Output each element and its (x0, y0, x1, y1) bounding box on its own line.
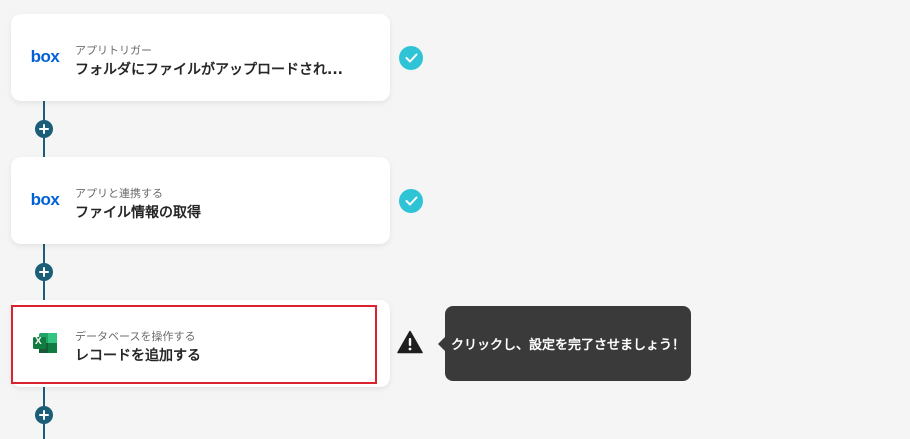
flow-step-card-database[interactable]: X データベースを操作する レコードを追加する (11, 300, 390, 387)
step-title: フォルダにファイルがアップロードされ... (75, 62, 343, 78)
flow-step-card-trigger[interactable]: box アプリトリガー フォルダにファイルがアップロードされ... (11, 14, 390, 101)
step-title: レコードを追加する (75, 348, 201, 364)
box-logo-icon: box (30, 190, 60, 209)
check-icon (399, 189, 423, 213)
excel-logo-icon: X (30, 332, 60, 354)
step-title: ファイル情報の取得 (75, 205, 201, 221)
step-subtitle: データベースを操作する (75, 330, 196, 343)
warning-icon (397, 330, 423, 354)
add-step-button[interactable] (35, 120, 53, 138)
plus-icon (39, 410, 49, 420)
add-step-button[interactable] (35, 406, 53, 424)
step-subtitle: アプリトリガー (75, 44, 152, 57)
tooltip-text: クリックし、設定を完了させましょう！ (450, 338, 685, 353)
box-logo-icon: box (30, 47, 60, 66)
plus-icon (39, 267, 49, 277)
plus-icon (39, 124, 49, 134)
add-step-button[interactable] (35, 263, 53, 281)
step-subtitle: アプリと連携する (75, 187, 163, 200)
flow-step-card-action[interactable]: box アプリと連携する ファイル情報の取得 (11, 157, 390, 244)
setup-hint-tooltip: クリックし、設定を完了させましょう！ (438, 306, 691, 381)
check-icon (399, 46, 423, 70)
